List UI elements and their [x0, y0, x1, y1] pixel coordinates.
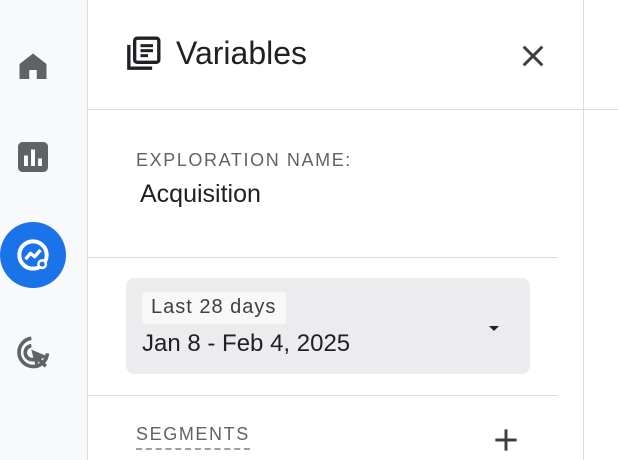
adjacent-panel-edge — [583, 0, 618, 460]
home-icon — [19, 53, 47, 79]
nav-explore-active-indicator — [0, 222, 66, 288]
divider — [584, 109, 618, 110]
caret-down-icon — [489, 326, 499, 331]
exploration-name-section: EXPLORATION NAME: Acquisition — [88, 110, 558, 258]
nav-advertising-button[interactable] — [0, 320, 66, 386]
variables-icon — [127, 36, 161, 70]
close-panel-button[interactable] — [513, 36, 553, 76]
nav-explore-button[interactable] — [0, 222, 66, 288]
date-range-section: Last 28 days Jan 8 - Feb 4, 2025 — [88, 258, 558, 396]
exploration-name-value[interactable]: Acquisition — [140, 180, 261, 209]
date-range-picker[interactable]: Last 28 days Jan 8 - Feb 4, 2025 — [126, 278, 530, 374]
panel-title: Variables — [176, 35, 308, 71]
panel-header: Variables — [88, 0, 583, 110]
segments-label[interactable]: SEGMENTS — [136, 424, 250, 450]
app-root: Variables EXPLORATION NAME: Acquisition … — [0, 0, 618, 460]
explore-icon — [17, 239, 49, 271]
add-segment-button[interactable] — [486, 420, 526, 460]
date-preset-chip: Last 28 days — [142, 292, 287, 324]
plus-icon — [495, 429, 517, 451]
left-nav-rail — [0, 0, 88, 460]
target-cursor-icon — [17, 336, 50, 369]
exploration-name-label: EXPLORATION NAME: — [136, 150, 352, 170]
nav-home-button[interactable] — [0, 34, 66, 100]
variables-panel: Variables EXPLORATION NAME: Acquisition … — [88, 0, 583, 460]
segments-section: SEGMENTS — [88, 396, 558, 460]
close-icon — [522, 45, 544, 67]
nav-reports-button[interactable] — [0, 124, 66, 190]
date-range-value: Jan 8 - Feb 4, 2025 — [142, 330, 351, 357]
bar-chart-icon — [18, 142, 48, 172]
